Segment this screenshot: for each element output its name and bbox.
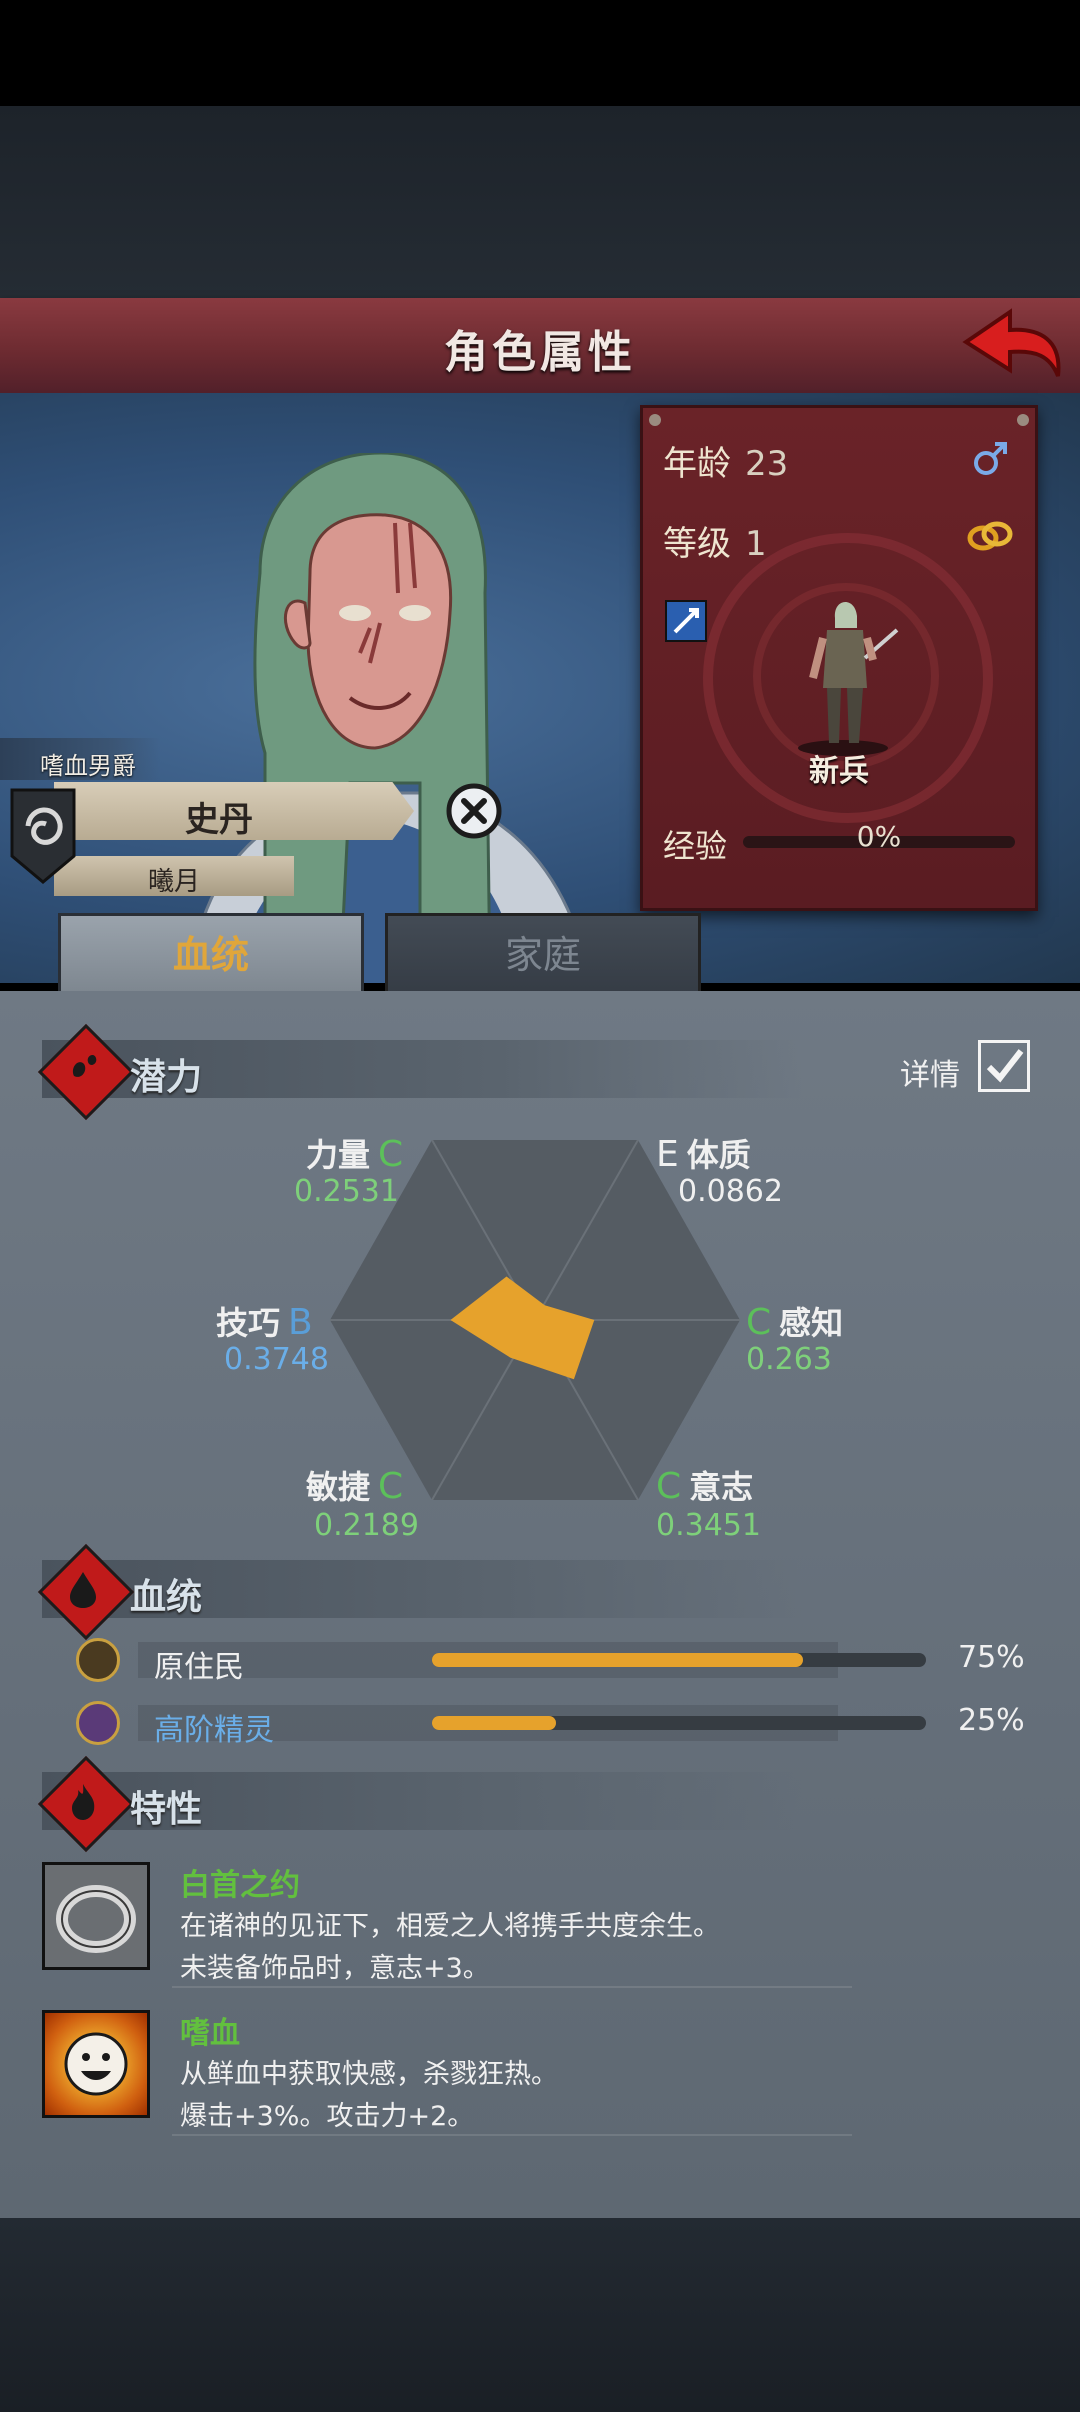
tab-bloodline[interactable]: 血统 (58, 913, 364, 994)
detail-label: 详情 (900, 1058, 960, 1093)
smiley-trait-icon (42, 2010, 150, 2118)
ring-trait-icon (42, 1862, 150, 1970)
stat-constitution-value: 0.0862 (678, 1174, 783, 1209)
character-name: 史丹 (185, 800, 253, 840)
level-row: 等级 1 (663, 516, 767, 565)
stat-perception-value: 0.263 (746, 1342, 832, 1377)
leaf-icon (76, 1638, 120, 1682)
stat-strength-value: 0.2531 (294, 1174, 399, 1209)
trait-item[interactable]: 嗜血 从鲜血中获取快感，杀戮狂热。 爆击+3%。攻击力+2。 (42, 2010, 852, 2140)
soldier-figure (798, 601, 899, 756)
divider (172, 2134, 852, 2136)
elf-emblem-icon (76, 1701, 120, 1745)
character-portrait (188, 453, 590, 983)
section-title: 血统 (130, 1577, 203, 1618)
flame-icon (72, 1784, 95, 1820)
age-row: 年龄 23 (663, 436, 788, 485)
divider (172, 1986, 852, 1988)
section-title: 特性 (130, 1789, 203, 1830)
character-subtitle: 曦月 (147, 867, 200, 897)
stat-skill: 技巧 B (216, 1302, 313, 1343)
name-plate: 史丹 (54, 782, 414, 840)
trait-description: 从鲜血中获取快感，杀戮狂热。 (180, 2059, 558, 2090)
blood-drop-icon (70, 1572, 96, 1608)
bloodline-percent: 25% (958, 1703, 1025, 1738)
bloodline-row: 高阶精灵 25% (68, 1701, 1048, 1748)
stat-strength: 力量 C (306, 1134, 404, 1175)
bloodline-name: 高阶精灵 (154, 1713, 274, 1748)
rivet (1017, 414, 1029, 426)
level-label: 等级 (663, 524, 731, 564)
stat-constitution: E 体质 (656, 1134, 751, 1175)
bloodline-percent: 75% (958, 1640, 1025, 1675)
exp-value: 0% (856, 820, 902, 853)
top-background (0, 106, 1080, 300)
stat-willpower-value: 0.3451 (656, 1508, 761, 1543)
bloodline-bar (432, 1716, 926, 1730)
male-symbol-icon (974, 442, 1007, 475)
exp-label: 经验 (663, 827, 728, 865)
rings-icon (967, 521, 1013, 551)
age-value: 23 (745, 444, 789, 484)
page-title: 角色属性 (444, 327, 636, 378)
back-arrow-icon[interactable] (958, 306, 1068, 384)
trait-name: 嗜血 (180, 2016, 240, 2051)
level-value: 1 (745, 524, 767, 564)
trait-effect: 爆击+3%。攻击力+2。 (180, 2101, 475, 2132)
detail-checkbox[interactable] (978, 1040, 1030, 1092)
age-label: 年龄 (663, 444, 731, 484)
bloodline-section-header: 血统 (37, 1543, 802, 1641)
bloodline-bar-fill (432, 1653, 803, 1667)
faction-plate: 曦月 (54, 856, 294, 897)
trait-description: 在诸神的见证下，相爱之人将携手共度余生。 (180, 1911, 720, 1942)
traits-section-header: 特性 (37, 1755, 802, 1853)
stat-agility: 敏捷 C (306, 1466, 404, 1507)
bloodline-name: 原住民 (154, 1650, 244, 1685)
character-title-label: 嗜血男爵 (0, 738, 160, 780)
section-title: 潜力 (130, 1057, 203, 1098)
bloodline-bar (432, 1653, 926, 1667)
stat-skill-value: 0.3748 (224, 1342, 329, 1377)
class-name: 新兵 (809, 754, 869, 789)
weapon-type-icon (665, 600, 707, 642)
trait-item[interactable]: 白首之约 在诸神的见证下，相爱之人将携手共度余生。 未装备饰品时，意志+3。 (42, 1862, 852, 1992)
info-banner: 年龄 23 等级 1 新兵 经验 0% (640, 405, 1038, 911)
stat-willpower: C 意志 (656, 1466, 754, 1507)
close-icon[interactable] (445, 782, 503, 840)
footprint-icon (72, 1055, 97, 1077)
stat-perception: C 感知 (746, 1302, 844, 1343)
tab-family[interactable]: 家庭 (385, 913, 701, 997)
status-bar-area (0, 0, 1080, 106)
faction-crest-icon (10, 788, 76, 884)
bloodline-bar-fill (432, 1716, 556, 1730)
stat-agility-value: 0.2189 (314, 1508, 419, 1543)
title-bar: 角色属性 (0, 298, 1080, 397)
checkmark-icon (986, 1049, 1024, 1083)
bottom-background (0, 2218, 1080, 2412)
rivet (649, 414, 661, 426)
bloodline-row: 原住民 75% (68, 1638, 1048, 1685)
potential-section-header: 潜力 (37, 1023, 802, 1121)
trait-name: 白首之约 (180, 1868, 300, 1903)
trait-effect: 未装备饰品时，意志+3。 (180, 1953, 490, 1984)
